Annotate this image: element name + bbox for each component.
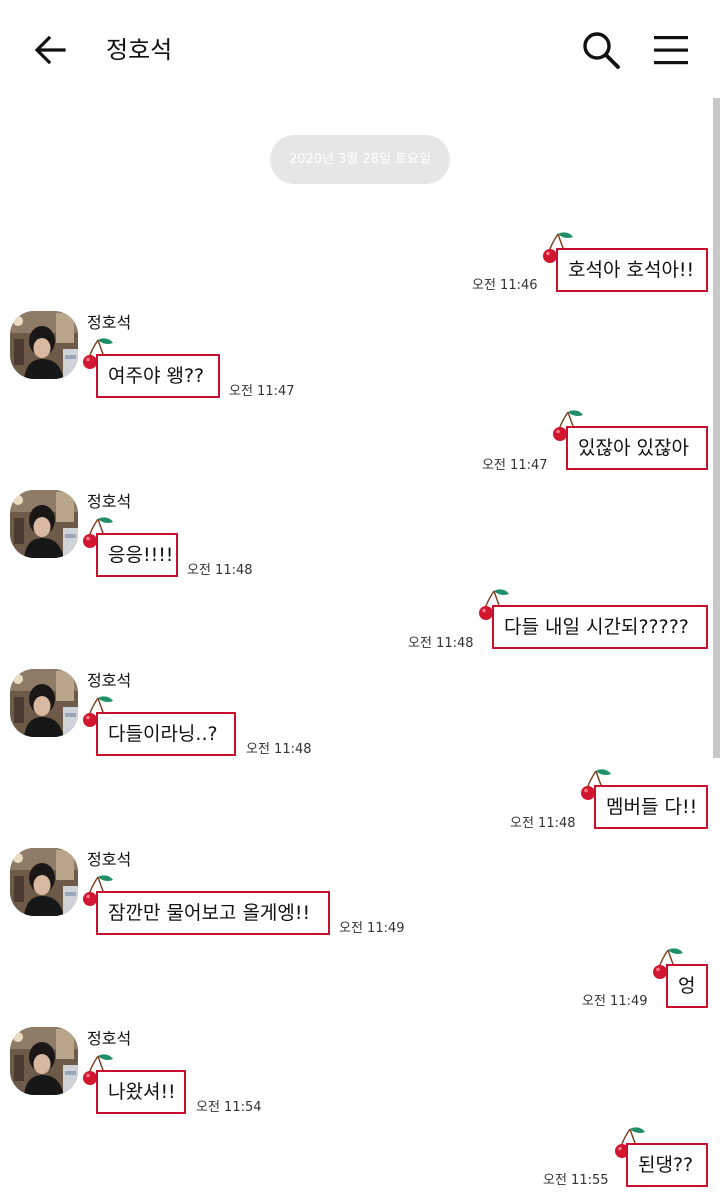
avatar[interactable] [10,311,78,379]
message-bubble-incoming[interactable]: 잠깐만 물어보고 올게엥!! [96,891,330,935]
scrollbar[interactable] [713,98,720,758]
message-time: 오전 11:54 [196,1100,262,1115]
message-time: 오전 11:49 [582,994,648,1009]
sender-name: 정호석 [87,671,132,690]
message-time: 오전 11:48 [510,816,576,831]
message-bubble-outgoing[interactable]: 멤버들 다!! [594,785,708,829]
message-time: 오전 11:55 [543,1173,609,1188]
sender-name: 정호석 [87,492,132,511]
message-time: 오전 11:48 [187,563,253,578]
sender-name: 정호석 [87,313,132,332]
date-divider: 2020년 3월 28일 토요일 [270,135,450,184]
avatar[interactable] [10,669,78,737]
message-bubble-outgoing[interactable]: 호석아 호석아!! [556,248,708,292]
chat-header: 정호석 [0,0,720,98]
sender-name: 정호석 [87,850,132,869]
message-time: 오전 11:46 [472,278,538,293]
search-icon[interactable] [580,29,622,71]
message-bubble-incoming[interactable]: 다들이라닝..? [96,712,236,756]
message-time: 오전 11:48 [246,742,312,757]
avatar[interactable] [10,848,78,916]
message-time: 오전 11:47 [482,458,548,473]
sender-name: 정호석 [87,1029,132,1048]
message-time: 오전 11:47 [229,384,295,399]
message-bubble-outgoing[interactable]: 다들 내일 시간되????? [492,605,708,649]
arrow-left-icon[interactable] [30,30,70,70]
hamburger-menu-icon[interactable] [652,32,690,68]
avatar[interactable] [10,490,78,558]
message-time: 오전 11:49 [339,921,405,936]
message-bubble-incoming[interactable]: 응응!!!! [96,533,178,577]
avatar[interactable] [10,1027,78,1095]
message-time: 오전 11:48 [408,636,474,651]
message-bubble-outgoing[interactable]: 된댕?? [626,1143,708,1187]
message-bubble-outgoing[interactable]: 엉 [666,964,708,1008]
message-bubble-outgoing[interactable]: 있잖아 있잖아 [566,426,708,470]
chat-title: 정호석 [106,36,173,64]
message-bubble-incoming[interactable]: 여주야 왱?? [96,354,220,398]
message-bubble-incoming[interactable]: 나왔셔!! [96,1070,186,1114]
